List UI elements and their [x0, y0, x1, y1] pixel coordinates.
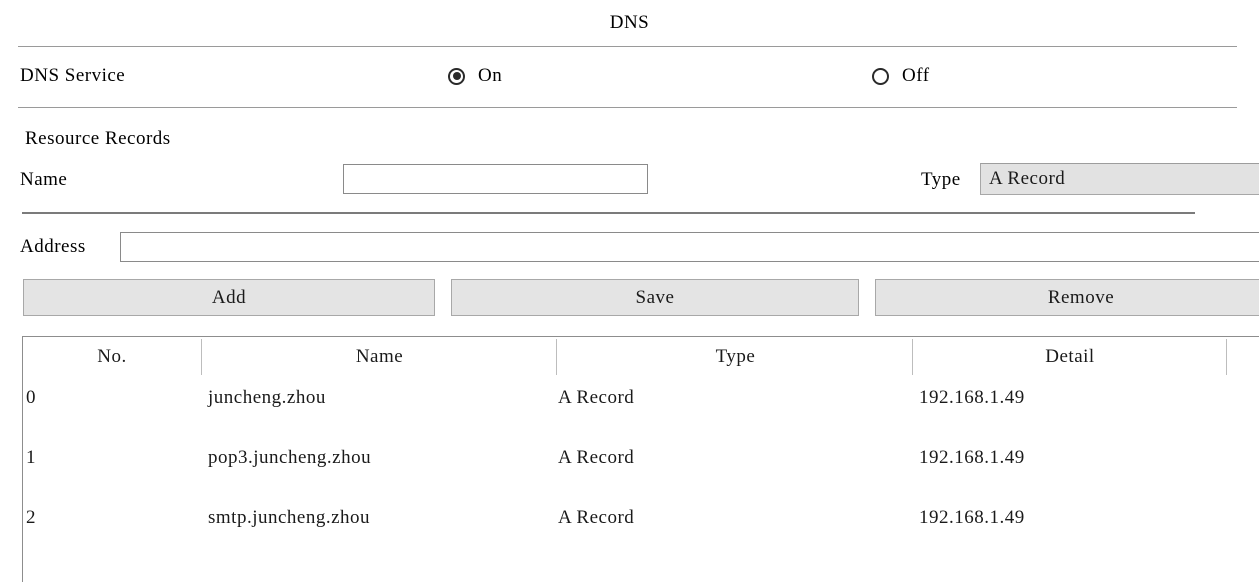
form-separator [22, 212, 1195, 214]
cell-detail: 192.168.1.49 [919, 507, 1025, 528]
title-bar: DNS [0, 0, 1259, 46]
radio-on-icon[interactable] [448, 67, 465, 85]
column-header-type[interactable]: Type [558, 346, 913, 368]
column-header-detail[interactable]: Detail [914, 346, 1226, 368]
dns-service-label: DNS Service [20, 65, 126, 86]
radio-off-icon[interactable] [872, 67, 889, 85]
address-input[interactable] [120, 232, 1259, 262]
records-table: No. Name Type Detail 0 juncheng.zhou A R… [22, 336, 1259, 582]
dns-service-row: DNS Service On Off [0, 47, 1259, 107]
column-divider[interactable] [201, 339, 202, 375]
cell-name: juncheng.zhou [208, 387, 326, 408]
table-row[interactable]: 2 smtp.juncheng.zhou A Record 192.168.1.… [23, 497, 1259, 557]
remove-button[interactable]: Remove [875, 279, 1259, 316]
radio-option-on[interactable]: On [448, 65, 502, 87]
type-select-value: A Record [989, 168, 1066, 189]
cell-type: A Record [558, 507, 635, 528]
column-header-no[interactable]: No. [23, 346, 201, 368]
save-button[interactable]: Save [451, 279, 859, 316]
resource-records-heading: Resource Records [25, 128, 171, 149]
cell-no: 2 [26, 507, 36, 528]
column-divider[interactable] [912, 339, 913, 375]
table-header-row: No. Name Type Detail [23, 337, 1259, 377]
radio-on-label: On [478, 65, 503, 86]
cell-detail: 192.168.1.49 [919, 387, 1025, 408]
table-row[interactable]: 1 pop3.juncheng.zhou A Record 192.168.1.… [23, 437, 1259, 497]
radio-off-label: Off [902, 65, 930, 86]
column-divider[interactable] [1226, 339, 1227, 375]
cell-type: A Record [558, 447, 635, 468]
type-label: Type [921, 169, 961, 190]
cell-detail: 192.168.1.49 [919, 447, 1025, 468]
service-divider [18, 107, 1237, 108]
radio-option-off[interactable]: Off [872, 65, 930, 87]
type-select[interactable]: A Record [980, 163, 1259, 195]
name-label: Name [20, 169, 68, 190]
cell-no: 0 [26, 387, 36, 408]
column-header-name[interactable]: Name [202, 346, 557, 368]
cell-name: pop3.juncheng.zhou [208, 447, 372, 468]
cell-no: 1 [26, 447, 36, 468]
page-title: DNS [609, 12, 650, 33]
name-input[interactable] [343, 164, 648, 194]
cell-type: A Record [558, 387, 635, 408]
column-divider[interactable] [556, 339, 557, 375]
add-button[interactable]: Add [23, 279, 435, 316]
address-label: Address [20, 236, 86, 257]
cell-name: smtp.juncheng.zhou [208, 507, 371, 528]
table-row[interactable]: 0 juncheng.zhou A Record 192.168.1.49 [23, 377, 1259, 437]
